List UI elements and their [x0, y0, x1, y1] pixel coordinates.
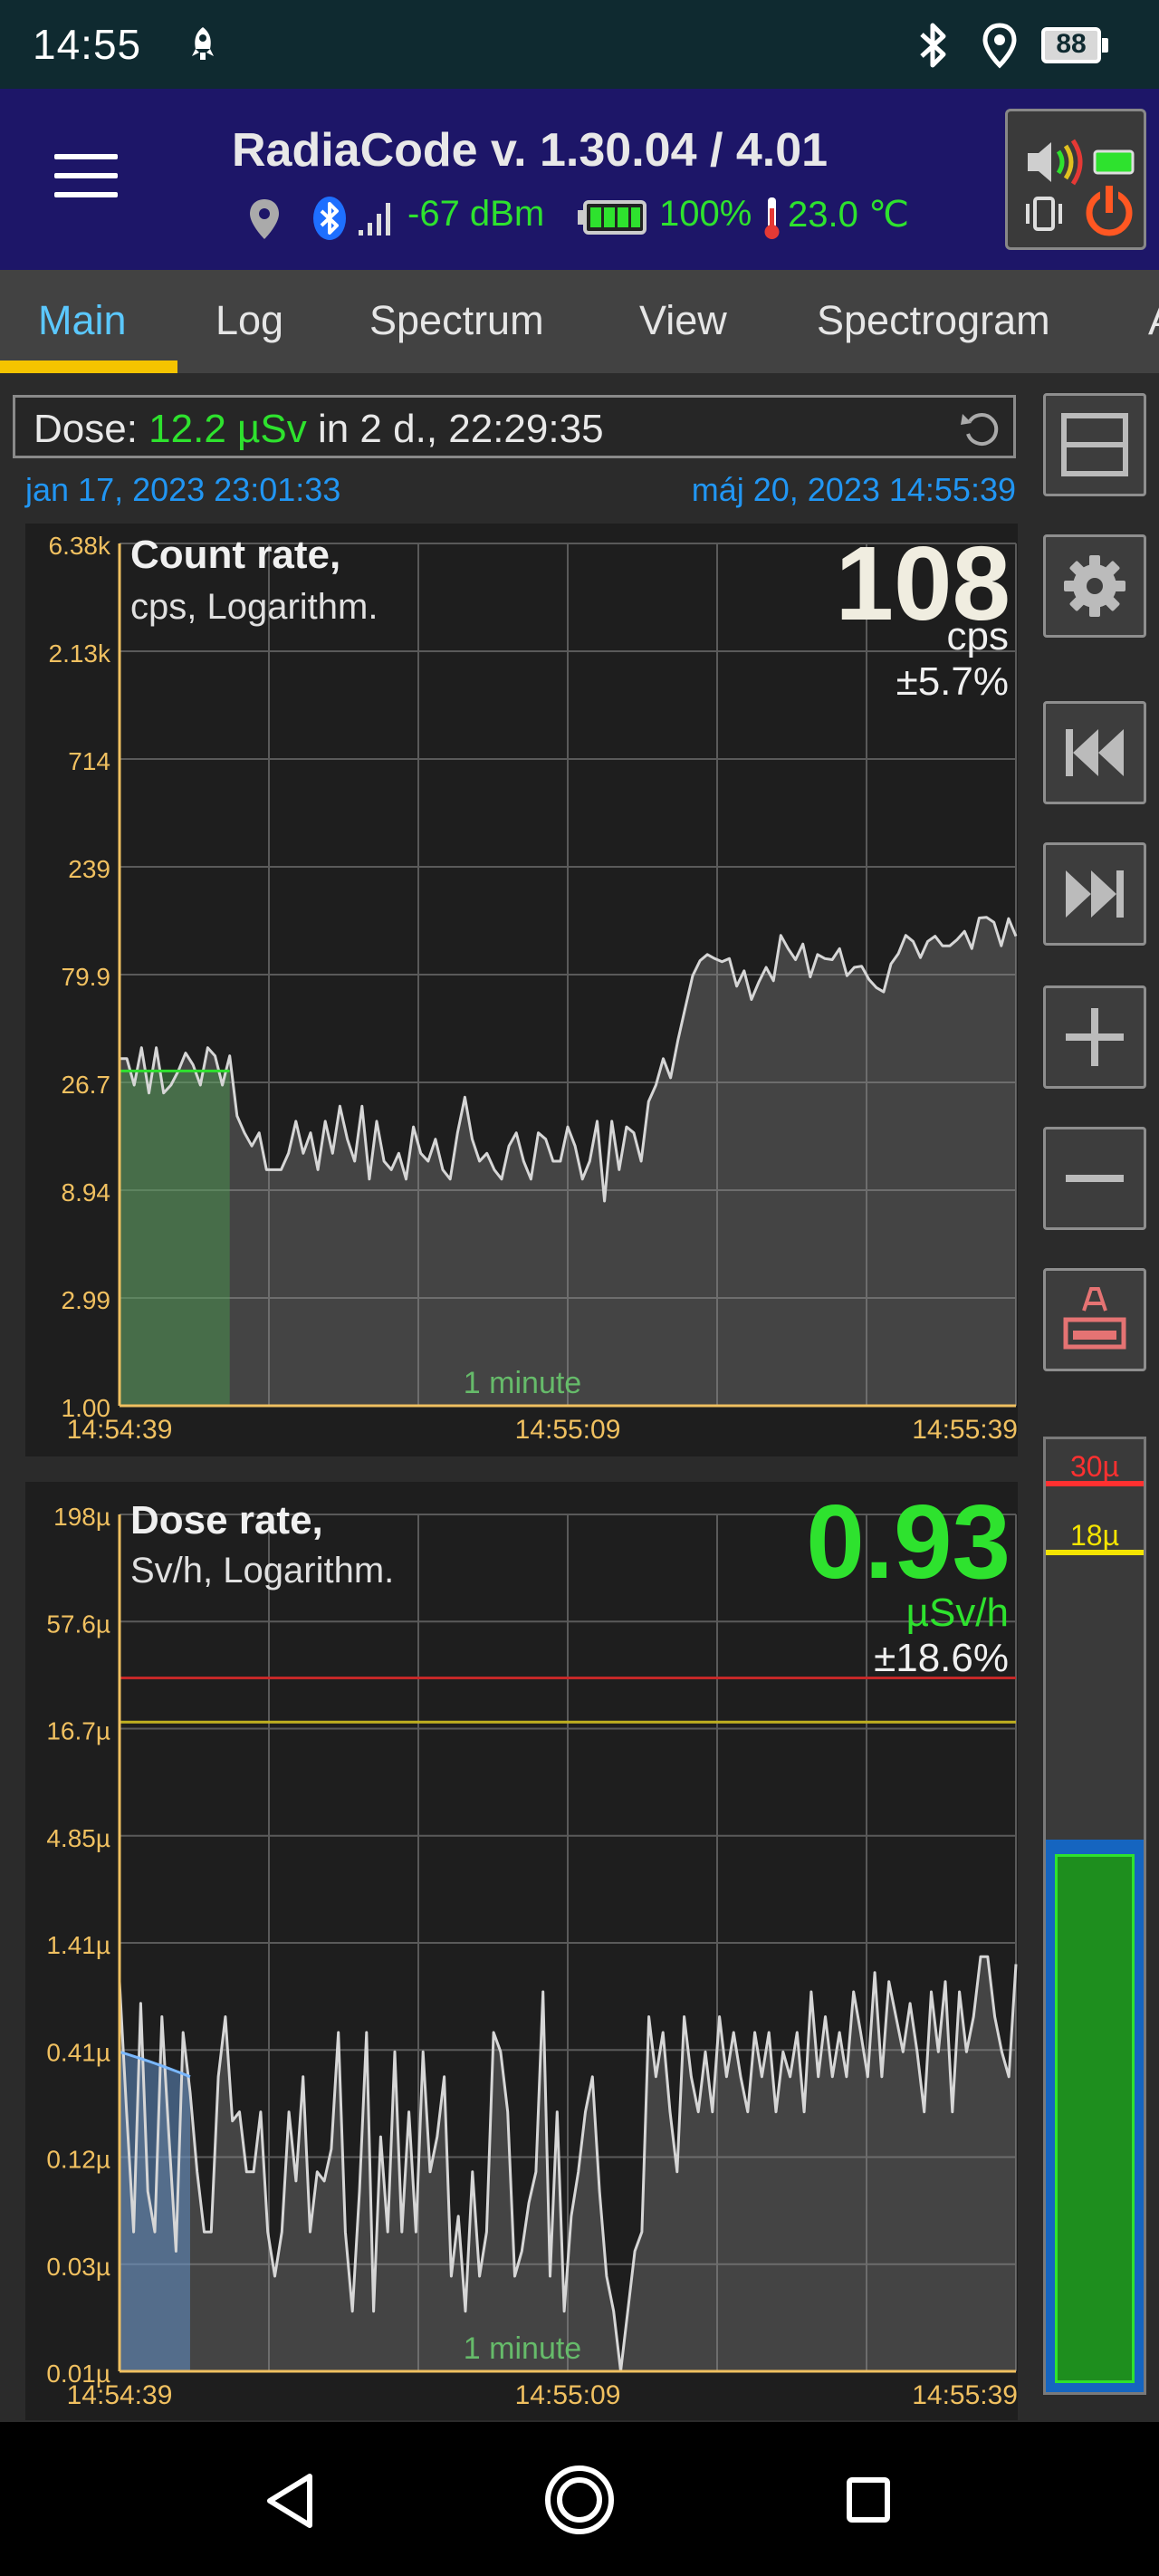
y-tick-label: 0.03µ	[46, 2253, 110, 2281]
marker-icon	[1063, 1287, 1126, 1350]
dose-rate-chart[interactable]: 198µ 57.6µ 16.7µ 4.85µ 1.41µ 0.41µ 0.12µ 0.03µ 0…	[25, 1482, 1018, 2420]
sound-power-button[interactable]	[1005, 109, 1146, 250]
dose-level-meter: 30µ 18µ	[1043, 1437, 1146, 2395]
bluetooth-connected-icon	[313, 197, 346, 240]
level-fill	[1046, 1839, 1144, 2392]
y-tick-label: 4.85µ	[46, 1824, 110, 1852]
skip-back-icon	[1066, 729, 1124, 776]
dose-rate-unit: µSv/h	[905, 1591, 1009, 1635]
y-tick-label: 714	[68, 747, 110, 775]
marker-button[interactable]	[1043, 1268, 1146, 1371]
x-tick-label: 14:54:39	[67, 2380, 173, 2410]
x-tick-label: 14:55:39	[912, 1415, 1018, 1445]
signal-strength-icon	[359, 203, 390, 235]
window-label: 1 minute	[464, 2331, 581, 2366]
y-tick-label: 26.7	[62, 1071, 111, 1099]
device-battery-icon	[578, 200, 647, 235]
plus-icon	[1066, 1008, 1124, 1066]
system-nav-bar	[0, 2422, 1159, 2576]
app-header: RadiaCode v. 1.30.04 / 4.01 -67 dBm 100%	[0, 89, 1159, 270]
tab-main[interactable]: Main	[38, 297, 127, 344]
tab-overflow[interactable]: A	[1148, 297, 1159, 344]
dose-value: 12.2 µSv	[148, 407, 307, 451]
y-tick-label: 57.6µ	[46, 1610, 110, 1638]
reset-dose-icon[interactable]	[957, 405, 1004, 452]
skip-forward-button[interactable]	[1043, 842, 1146, 946]
y-tick-label: 239	[68, 855, 110, 883]
dose-summary: Dose: 12.2 µSv in 2 d., 22:29:35	[13, 395, 1016, 458]
sound-power-icon	[1026, 139, 1135, 236]
home-icon[interactable]	[543, 2464, 616, 2536]
y-tick-label: 79.9	[62, 963, 111, 991]
y-tick-label: 8.94	[62, 1178, 111, 1206]
signal-strength: -67 dBm	[407, 194, 545, 234]
thermometer-icon	[764, 197, 780, 239]
x-tick-label: 14:54:39	[67, 1415, 173, 1445]
tab-spectrogram[interactable]: Spectrogram	[817, 297, 1050, 344]
device-temperature: 23.0 ℃	[788, 195, 909, 235]
y-tick-label: 2.13k	[49, 639, 111, 668]
zoom-in-button[interactable]	[1043, 985, 1146, 1089]
active-tab-indicator	[0, 360, 177, 373]
alarm-low-label: 18µ	[1069, 1519, 1120, 1552]
alarm-high-label: 30µ	[1069, 1450, 1120, 1483]
status-time: 14:55	[33, 21, 142, 68]
notification-icon	[192, 27, 214, 60]
dose-duration: in 2 d., 22:29:35	[306, 407, 604, 451]
tab-log[interactable]: Log	[216, 297, 283, 344]
device-battery-percent: 100%	[659, 194, 752, 234]
count-rate-plot: 6.38k2.13k71423979.926.78.942.991.0014:5…	[49, 532, 1019, 1445]
minus-icon	[1066, 1175, 1124, 1182]
date-range-end: máj 20, 2023 14:55:39	[691, 471, 1016, 508]
count-rate-error: ±5.7%	[896, 659, 1009, 704]
skip-back-button[interactable]	[1043, 701, 1146, 804]
back-icon[interactable]	[264, 2473, 315, 2529]
x-tick-label: 14:55:39	[912, 2380, 1018, 2410]
zoom-out-button[interactable]	[1043, 1127, 1146, 1230]
count-rate-unit: cps	[946, 614, 1009, 658]
dose-rate-plot: 198µ57.6µ16.7µ4.85µ1.41µ0.41µ0.12µ0.03µ0…	[46, 1503, 1018, 2410]
tab-spectrum[interactable]: Spectrum	[369, 297, 544, 344]
dose-rate-error: ±18.6%	[874, 1636, 1009, 1680]
status-bar: 14:55 88	[0, 0, 1159, 89]
y-tick-label: 0.12µ	[46, 2146, 110, 2174]
y-tick-label: 1.41µ	[46, 1931, 110, 1959]
y-tick-label: 6.38k	[49, 532, 111, 560]
skip-forward-icon	[1066, 870, 1124, 918]
dose-chart-title: Dose rate,	[130, 1498, 323, 1543]
count-chart-title: Count rate,	[130, 533, 341, 577]
x-tick-label: 14:55:09	[515, 1415, 621, 1445]
location-icon	[982, 23, 1017, 69]
dose-prefix: Dose:	[34, 407, 149, 451]
averaging-window	[120, 1071, 230, 1406]
app-title: RadiaCode v. 1.30.04 / 4.01	[232, 124, 829, 177]
settings-button[interactable]	[1043, 534, 1146, 638]
count-rate-chart[interactable]: 6.38k 2.13k 714 239 79.9 26.7 8.94 2.99 1.00 14:5…	[25, 524, 1018, 1456]
gear-icon	[1064, 555, 1125, 617]
layout-toggle-button[interactable]	[1043, 393, 1146, 496]
date-range-start: jan 17, 2023 23:01:33	[25, 471, 341, 508]
y-tick-label: 198µ	[53, 1503, 110, 1531]
battery-level: 88	[1056, 29, 1087, 59]
location-pin-icon	[250, 199, 279, 239]
battery-icon: 88	[1041, 27, 1108, 63]
dose-chart-subtitle: Sv/h, Logarithm.	[130, 1551, 395, 1591]
bluetooth-icon	[920, 23, 946, 68]
tab-bar: Main Log Spectrum View Spectrogram A	[0, 270, 1159, 373]
window-label: 1 minute	[464, 1366, 581, 1400]
tab-view[interactable]: View	[639, 297, 727, 344]
dose-rate-value: 0.93	[806, 1483, 1011, 1600]
x-tick-label: 14:55:09	[515, 2380, 621, 2410]
y-tick-label: 2.99	[62, 1286, 111, 1314]
split-view-icon	[1061, 413, 1128, 476]
y-tick-label: 0.41µ	[46, 2038, 110, 2066]
y-tick-label: 16.7µ	[46, 1717, 110, 1745]
hamburger-menu-icon[interactable]	[54, 154, 118, 199]
recents-icon[interactable]	[846, 2476, 891, 2523]
count-chart-subtitle: cps, Logarithm.	[130, 587, 378, 627]
